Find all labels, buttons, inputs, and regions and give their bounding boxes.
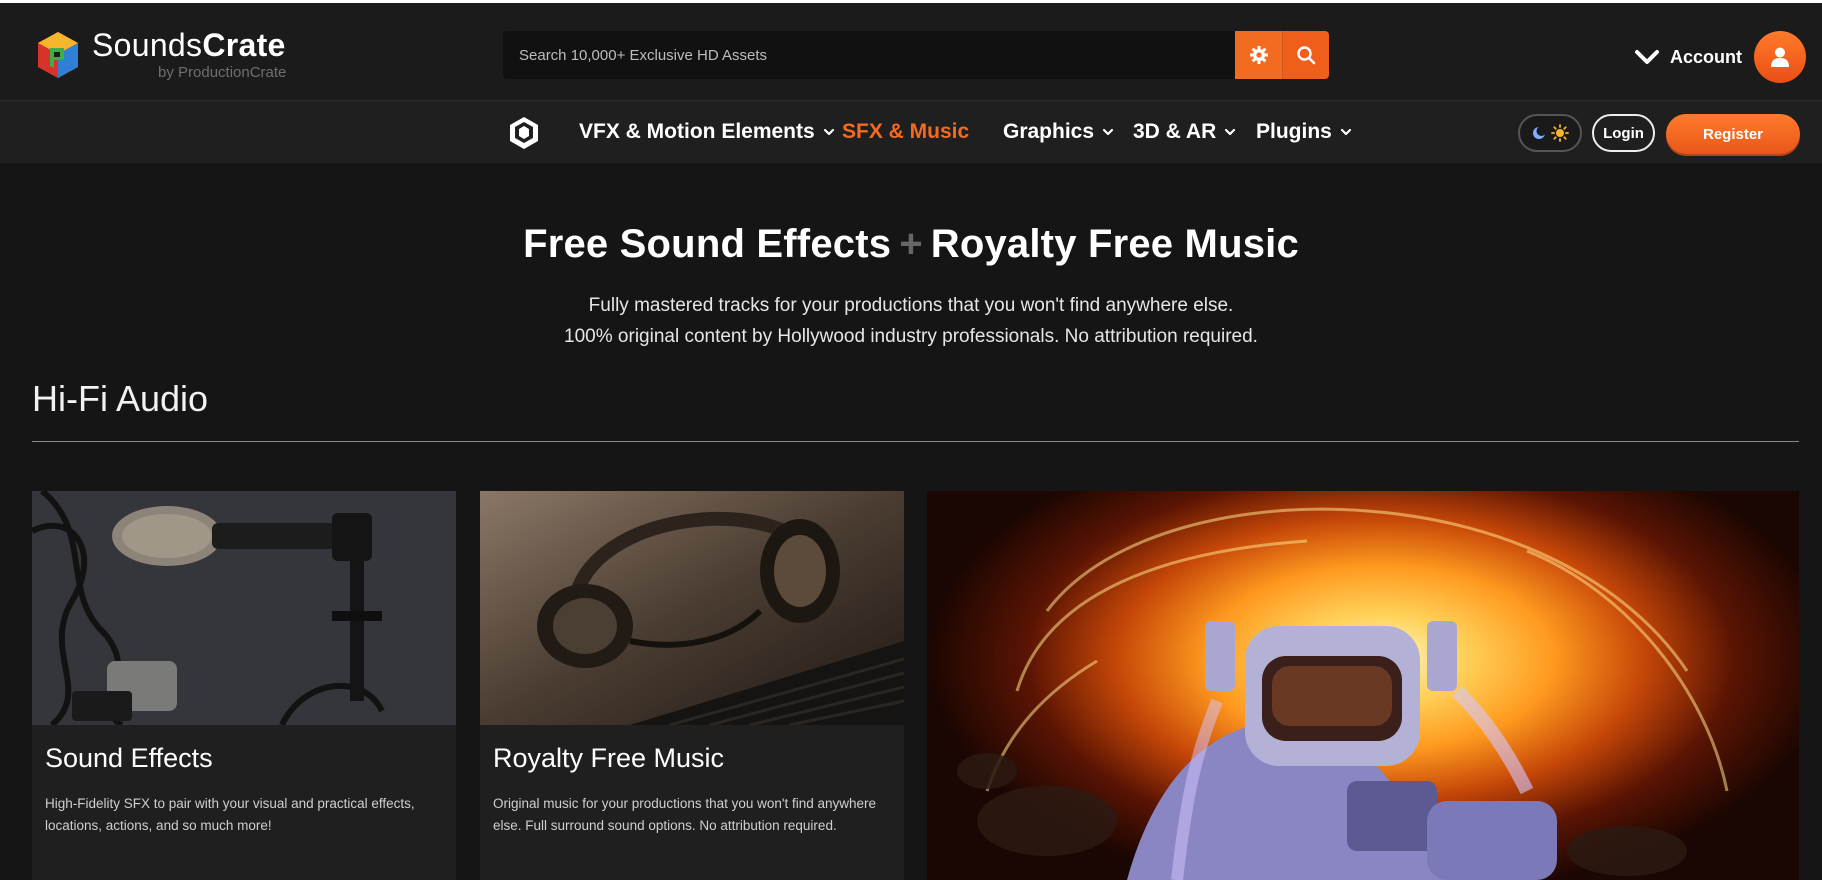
chevron-down-icon (823, 128, 834, 136)
page-title: Free Sound Effects + Royalty Free Music (0, 222, 1822, 267)
card-title: Sound Effects (45, 743, 213, 773)
chevron-down-icon (1340, 128, 1351, 136)
soundscrate-logo-icon (38, 31, 78, 78)
nav-item-vfx-motion-elements[interactable]: VFX & Motion Elements (579, 101, 835, 163)
section-divider (32, 441, 1799, 442)
main-navigation: VFX & Motion Elements SFX & Music Graphi… (0, 101, 1822, 163)
sun-icon (1551, 124, 1569, 142)
search-input[interactable] (503, 31, 1235, 79)
card-image-microphone (32, 491, 456, 725)
page-subtitle-line2: 100% original content by Hollywood indus… (564, 326, 1258, 347)
card-royalty-free-music[interactable]: Royalty Free Music Original music for yo… (480, 491, 904, 880)
logo-name-part2: Crate (202, 27, 286, 63)
moon-icon (1533, 126, 1547, 139)
login-button[interactable]: Login (1592, 114, 1655, 152)
search-icon (1297, 46, 1316, 65)
card-sound-effects[interactable]: Sound Effects High-Fidelity SFX to pair … (32, 491, 456, 880)
nav-item-label: Graphics (1003, 120, 1095, 143)
search-button[interactable] (1282, 31, 1329, 79)
page-subtitle-line1: Fully mastered tracks for your productio… (588, 295, 1234, 316)
nav-item-3d-ar[interactable]: 3D & AR (1133, 101, 1236, 163)
card-title: Royalty Free Music (493, 743, 725, 773)
section-title: Hi-Fi Audio (32, 378, 209, 419)
feature-image-astronaut[interactable] (927, 491, 1799, 880)
card-description: Original music for your productions that… (493, 796, 877, 833)
card-image-headphones (480, 491, 904, 725)
avatar[interactable] (1754, 31, 1806, 83)
gear-icon (1249, 46, 1268, 64)
card-description: High-Fidelity SFX to pair with your visu… (45, 796, 415, 833)
logo-byline: by ProductionCrate (158, 64, 287, 81)
search-settings-button[interactable] (1235, 31, 1282, 79)
theme-toggle[interactable] (1518, 114, 1582, 152)
plus-icon: + (899, 222, 923, 266)
nav-item-label: 3D & AR (1133, 120, 1217, 143)
nav-item-label: Plugins (1256, 120, 1332, 143)
logo-name-part1: Sounds (92, 27, 203, 63)
top-header: SoundsCrate by ProductionCrate Search 10… (0, 0, 1822, 101)
productioncrate-cube-icon[interactable] (508, 115, 540, 151)
logo-wordmark: SoundsCrate by ProductionCrate (92, 29, 286, 80)
register-button[interactable]: Register (1666, 114, 1800, 154)
user-icon (1771, 47, 1789, 67)
nav-item-label: VFX & Motion Elements (579, 120, 815, 143)
soundscrate-logo[interactable]: SoundsCrate by ProductionCrate (36, 29, 286, 80)
account-menu[interactable]: Account (1634, 31, 1806, 83)
page-subtitle: Fully mastered tracks for your productio… (0, 290, 1822, 352)
chevron-down-icon (1102, 128, 1114, 136)
page-title-right: Royalty Free Music (930, 222, 1299, 266)
nav-item-graphics[interactable]: Graphics (1003, 101, 1114, 163)
search-bar (503, 31, 1329, 79)
nav-item-label: SFX & Music (842, 120, 970, 143)
page-title-left: Free Sound Effects (523, 222, 892, 266)
account-label: Account (1670, 46, 1742, 67)
nav-item-plugins[interactable]: Plugins (1256, 101, 1352, 163)
chevron-down-icon (1635, 50, 1659, 64)
chevron-down-icon (1225, 128, 1236, 136)
nav-item-sfx-music[interactable]: SFX & Music (842, 101, 969, 163)
